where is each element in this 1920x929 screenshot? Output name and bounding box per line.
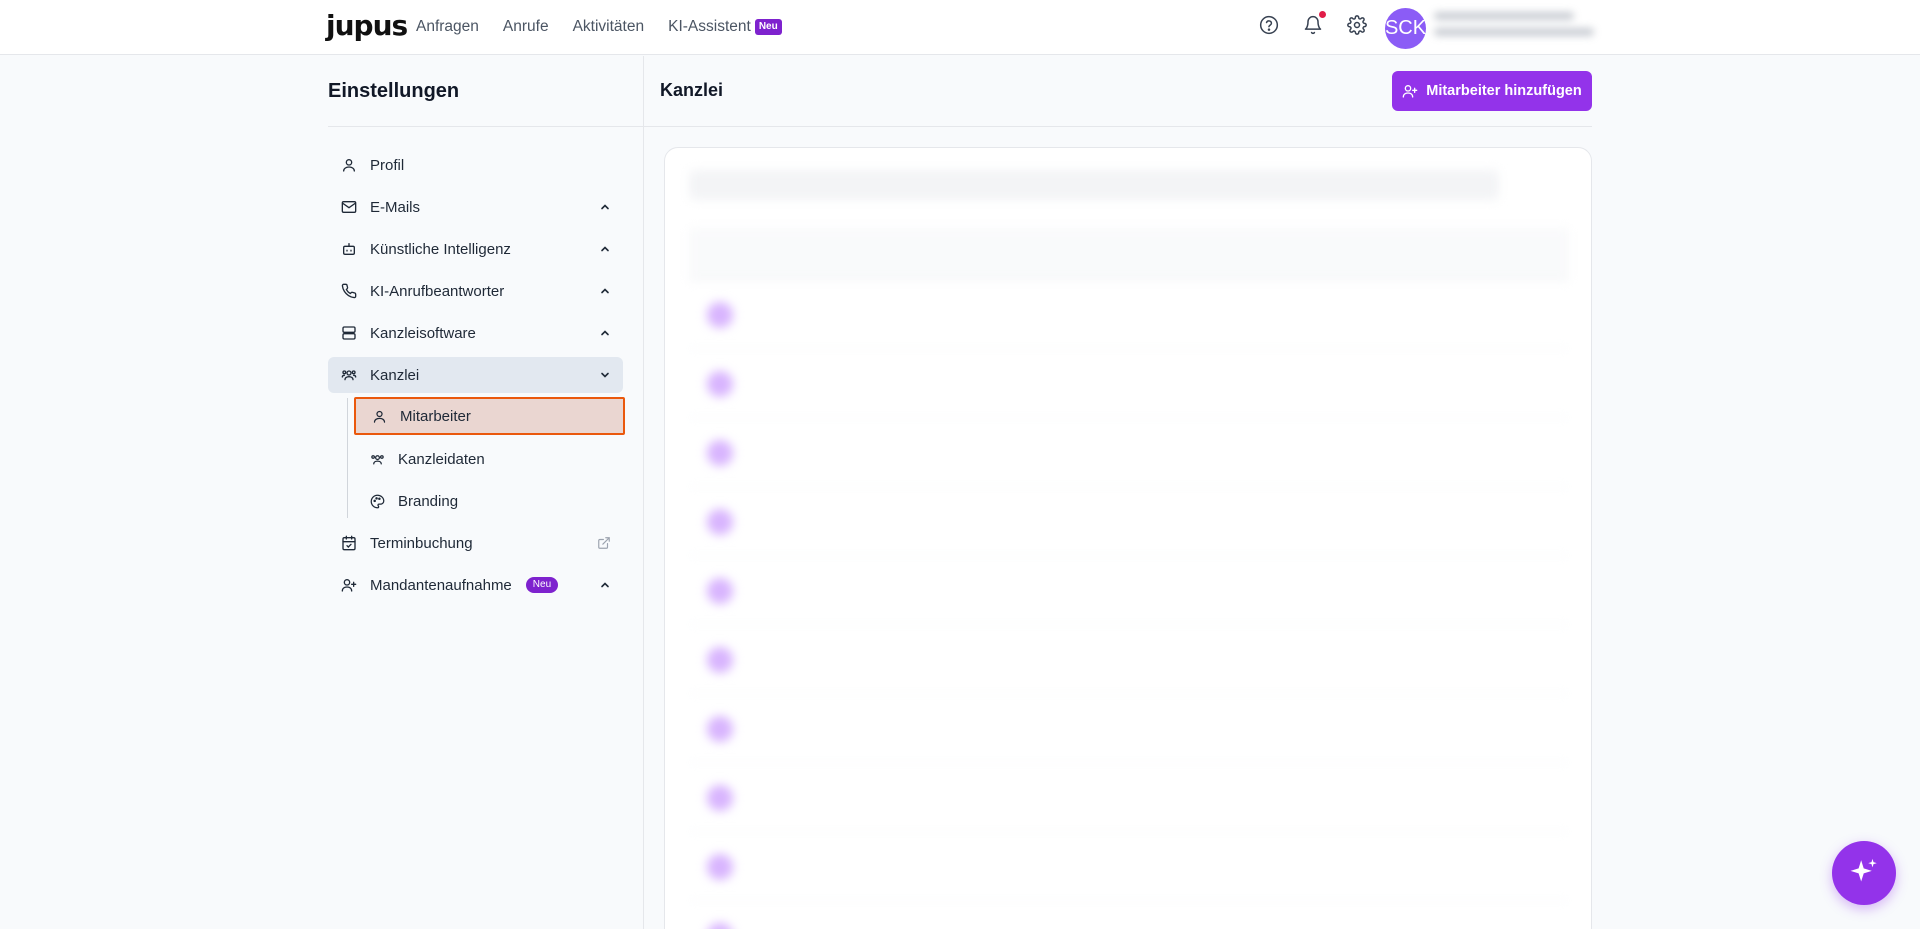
table-header (689, 228, 1569, 280)
chevron-up-icon (601, 246, 609, 252)
employee-table-card (664, 147, 1592, 929)
ai-assistant-button[interactable] (1832, 841, 1896, 905)
avatar (707, 854, 733, 880)
nav-anfragen[interactable]: Anfragen (416, 18, 479, 36)
sidebar-item-terminbuchung[interactable]: Terminbuchung (328, 525, 623, 561)
avatar (707, 716, 733, 742)
sidebar-item-label: Kanzlei (370, 366, 420, 384)
avatar (707, 647, 733, 673)
sidebar-item-label: Mandantenaufnahme (370, 576, 512, 594)
top-icons (1258, 11, 1368, 36)
table-row[interactable] (689, 487, 1569, 556)
avatar (707, 578, 733, 604)
top-navigation: jupus Anfragen Anrufe Aktivitäten KI-Ass… (0, 0, 1920, 55)
main-nav: Anfragen Anrufe Aktivitäten KI-Assistent… (416, 18, 782, 36)
help-icon[interactable] (1258, 14, 1280, 36)
sidebar-item-label: Künstliche Intelligenz (370, 240, 511, 258)
sidebar-subitem-label: Branding (398, 492, 459, 510)
avatar (707, 371, 733, 397)
sidebar-subitem-branding[interactable]: Branding (354, 482, 625, 520)
page-title: Kanzlei (660, 80, 724, 100)
new-badge: Neu (525, 577, 559, 593)
calendar-check-icon (340, 534, 358, 552)
sidebar-subitem-kanzleidaten[interactable]: Kanzleidaten (354, 440, 625, 478)
sidebar-item-label: Terminbuchung (370, 534, 473, 552)
users-icon (340, 366, 358, 384)
submenu-connector (347, 398, 348, 518)
search-input[interactable] (689, 170, 1499, 200)
chevron-down-icon (601, 372, 609, 378)
sidebar-subitem-label: Kanzleidaten (398, 450, 485, 468)
table-row[interactable] (689, 418, 1569, 487)
table-row[interactable] (689, 694, 1569, 763)
avatar (707, 440, 733, 466)
sidebar-item-label: KI-Anrufbeantworter (370, 282, 505, 300)
palette-icon (368, 492, 386, 510)
server-icon (340, 324, 358, 342)
jupus-logo[interactable]: jupus (326, 10, 408, 42)
add-employee-button[interactable]: Mitarbeiter hinzufügen (1392, 71, 1592, 111)
table-row[interactable] (689, 763, 1569, 832)
sparkle-icon (1850, 858, 1877, 882)
sidebar-item-label: E-Mails (370, 198, 421, 216)
nav-aktivitaeten[interactable]: Aktivitäten (573, 18, 645, 36)
mail-icon (340, 198, 358, 216)
chevron-up-icon (601, 330, 609, 336)
nav-ki-assistent[interactable]: KI-Assistent Neu (668, 18, 782, 36)
user-info-blurred[interactable] (1434, 12, 1599, 46)
phone-icon (340, 282, 358, 300)
sidebar-title: Einstellungen (328, 80, 460, 102)
chevron-up-icon (601, 582, 609, 588)
sidebar-subitem-label: Mitarbeiter (400, 407, 471, 425)
filter-button[interactable] (1505, 170, 1565, 200)
nav-ki-assistent-label: KI-Assistent (668, 18, 751, 35)
sidebar-divider (328, 126, 644, 127)
new-badge: Neu (754, 19, 782, 35)
bell-icon[interactable] (1302, 11, 1326, 36)
user-plus-icon (340, 576, 358, 594)
sidebar-item-ki-anrufbeantworter[interactable]: KI-Anrufbeantworter (328, 273, 623, 309)
table-row[interactable] (689, 832, 1569, 901)
users-icon (368, 450, 386, 468)
avatar (707, 923, 733, 929)
sidebar-item-kanzlei[interactable]: Kanzlei (328, 357, 623, 393)
user-avatar[interactable]: SCK (1385, 8, 1426, 49)
table-row[interactable] (689, 556, 1569, 625)
avatar (707, 509, 733, 535)
sidebar-item-emails[interactable]: E-Mails (328, 189, 623, 225)
nav-anrufe[interactable]: Anrufe (503, 18, 549, 36)
user-icon (340, 156, 358, 174)
table-row[interactable] (689, 625, 1569, 694)
avatar (707, 302, 733, 328)
sidebar-subitem-mitarbeiter[interactable]: Mitarbeiter (354, 397, 625, 435)
sidebar-item-label: Profil (370, 156, 405, 174)
sidebar-item-mandantenaufnahme[interactable]: Mandantenaufnahme Neu (328, 567, 623, 603)
blurred-employee-table (665, 148, 1591, 929)
table-row[interactable] (689, 901, 1569, 929)
sidebar-item-label: Kanzleisoftware (370, 324, 476, 342)
bot-icon (340, 240, 358, 258)
sidebar-item-kuenstliche-intelligenz[interactable]: Künstliche Intelligenz (328, 231, 623, 267)
header-divider (644, 126, 1592, 127)
chevron-up-icon (601, 288, 609, 294)
table-row[interactable] (689, 349, 1569, 418)
settings-sidebar: Einstellungen Profil E-Mails Künstliche … (328, 56, 644, 929)
user-icon (370, 407, 388, 425)
sidebar-item-profil[interactable]: Profil (328, 147, 623, 183)
notification-dot (1319, 11, 1326, 18)
chevron-up-icon (601, 204, 609, 210)
user-plus-icon (1402, 85, 1418, 98)
avatar (707, 785, 733, 811)
add-employee-label: Mitarbeiter hinzufügen (1426, 83, 1582, 99)
external-link-icon (598, 537, 610, 549)
sidebar-item-kanzleisoftware[interactable]: Kanzleisoftware (328, 315, 623, 351)
table-row[interactable] (689, 280, 1569, 349)
gear-icon[interactable] (1346, 14, 1368, 36)
